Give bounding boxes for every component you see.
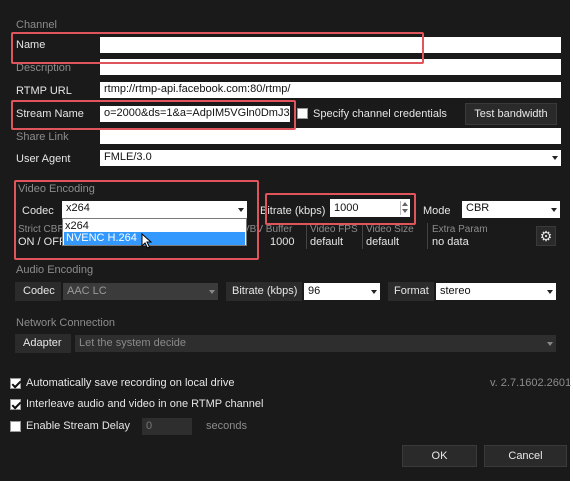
format-value: stereo <box>440 285 471 297</box>
stream-name-input[interactable]: o=2000&ds=1&a=AdpIM5VGln0DmJ3F <box>100 106 290 122</box>
interleave-label: Interleave audio and video in one RTMP c… <box>26 398 264 410</box>
channel-section-title: Channel <box>16 19 57 31</box>
user-agent-select[interactable]: FMLE/3.0 <box>100 150 561 166</box>
video-bitrate-input[interactable]: 1000 <box>330 199 410 217</box>
extra-param-value[interactable]: no data <box>432 236 469 248</box>
column-divider <box>362 223 363 249</box>
description-label: Description <box>16 62 72 74</box>
stream-delay-label: Enable Stream Delay <box>26 420 130 432</box>
mode-value: CBR <box>466 202 490 214</box>
network-section-title: Network Connection <box>16 317 116 329</box>
video-fps-header: Video FPS <box>310 224 358 235</box>
share-link-label: Share Link <box>16 131 69 143</box>
audio-bitrate-select[interactable]: 96 <box>304 283 380 300</box>
name-input[interactable] <box>100 37 561 53</box>
version-text: v. 2.7.1602.2601 <box>490 377 572 389</box>
video-bitrate-label: Bitrate (kbps) <box>260 205 326 217</box>
column-divider <box>427 223 428 249</box>
video-size-value[interactable]: default <box>366 236 399 248</box>
codec-option-nvenc[interactable]: NVENC H.264 <box>64 232 245 245</box>
audio-bitrate-label: Bitrate (kbps) <box>226 282 302 301</box>
rtmp-url-label: RTMP URL <box>16 85 72 97</box>
interleave-checkbox[interactable] <box>10 399 21 410</box>
chevron-down-icon <box>552 156 558 160</box>
user-agent-value: FMLE/3.0 <box>104 151 152 163</box>
video-codec-label: Codec <box>22 205 54 217</box>
name-label: Name <box>16 39 46 51</box>
audio-codec-value: AAC LC <box>67 285 107 297</box>
chevron-down-icon <box>209 289 215 294</box>
strict-cbr-header: Strict CBR <box>18 224 65 235</box>
chevron-down-icon <box>547 289 553 294</box>
column-divider <box>306 223 307 249</box>
video-section-title: Video Encoding <box>18 183 95 195</box>
video-size-header: Video Size <box>366 224 414 235</box>
auto-save-label: Automatically save recording on local dr… <box>26 377 235 389</box>
share-link-input[interactable] <box>100 128 561 144</box>
audio-codec-label: Codec <box>15 282 61 301</box>
video-bitrate-value: 1000 <box>334 202 359 214</box>
specify-credentials-checkbox[interactable] <box>297 108 308 119</box>
description-input[interactable] <box>100 59 561 75</box>
codec-option-x264[interactable]: x264 <box>65 220 89 232</box>
stream-delay-input[interactable]: 0 <box>142 418 192 435</box>
audio-bitrate-value: 96 <box>308 285 321 297</box>
gear-icon[interactable]: ⚙ <box>536 226 556 246</box>
audio-section-title: Audio Encoding <box>16 264 94 276</box>
stream-delay-checkbox[interactable] <box>10 421 21 432</box>
spinner-icon[interactable] <box>400 201 408 215</box>
vbv-buffer-value[interactable]: 1000 <box>270 236 294 248</box>
codec-dropdown-list: x264 NVENC H.264 <box>62 218 247 246</box>
video-codec-select[interactable]: x264 <box>62 201 247 218</box>
chevron-down-icon <box>547 341 553 346</box>
test-bandwidth-button[interactable]: Test bandwidth <box>465 103 557 125</box>
adapter-select[interactable]: Let the system decide <box>75 335 556 352</box>
channel-settings-dialog: Channel Name Description RTMP URL rtmp:/… <box>0 0 572 481</box>
rtmp-url-input[interactable]: rtmp://rtmp-api.facebook.com:80/rtmp/ <box>100 82 561 98</box>
mode-label: Mode <box>423 205 451 217</box>
audio-codec-select[interactable]: AAC LC <box>63 283 218 300</box>
specify-credentials-label: Specify channel credentials <box>313 108 447 120</box>
adapter-label: Adapter <box>15 334 71 353</box>
seconds-label: seconds <box>206 420 247 432</box>
video-codec-value: x264 <box>66 202 90 214</box>
user-agent-label: User Agent <box>16 153 71 165</box>
format-select[interactable]: stereo <box>436 283 556 300</box>
vbv-buffer-header: VBV Buffer <box>243 224 293 235</box>
chevron-down-icon <box>238 207 244 212</box>
auto-save-checkbox[interactable] <box>10 378 21 389</box>
video-fps-value[interactable]: default <box>310 236 343 248</box>
mouse-cursor-icon <box>141 233 153 249</box>
adapter-value: Let the system decide <box>79 337 187 349</box>
stream-name-label: Stream Name <box>16 108 84 120</box>
extra-param-header: Extra Param <box>432 224 488 235</box>
cancel-button[interactable]: Cancel <box>484 445 567 467</box>
chevron-down-icon <box>551 207 557 212</box>
ok-button[interactable]: OK <box>402 445 477 467</box>
chevron-down-icon <box>371 289 377 294</box>
mode-select[interactable]: CBR <box>462 201 560 218</box>
format-label: Format <box>388 282 434 301</box>
strict-cbr-value[interactable]: ON / OFF <box>18 236 66 248</box>
stream-delay-value: 0 <box>146 420 153 432</box>
